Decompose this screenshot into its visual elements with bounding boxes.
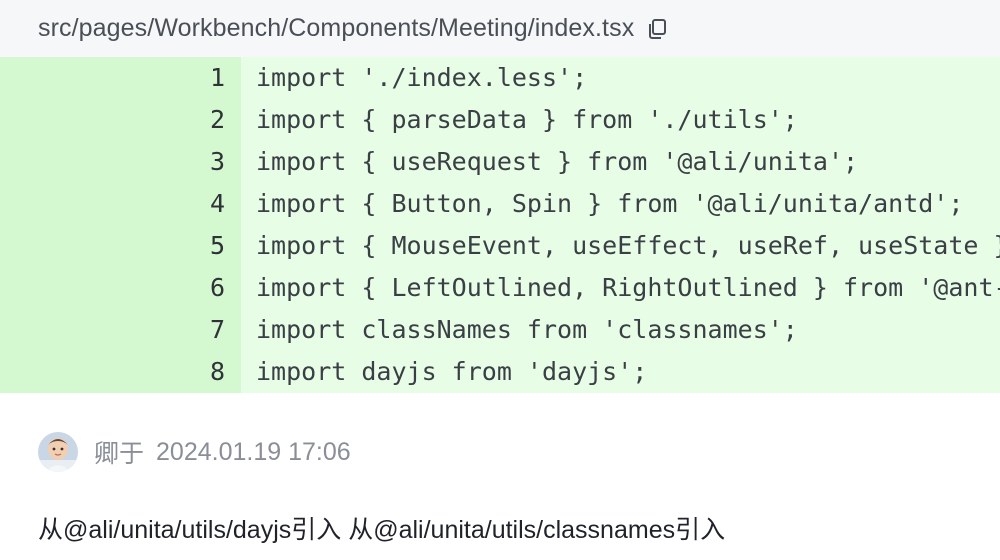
code-diff: 1 import './index.less'; 2 import { pars… (0, 57, 1000, 393)
avatar[interactable] (38, 432, 78, 472)
code-line: 2 import { parseData } from './utils'; (0, 99, 1000, 141)
copy-icon[interactable] (646, 18, 668, 40)
comment-timestamp: 2024.01.19 17:06 (156, 437, 351, 466)
line-number: 7 (0, 309, 241, 351)
line-number: 1 (0, 57, 241, 99)
code-text: import { Button, Spin } from '@ali/unita… (256, 189, 964, 218)
line-number: 2 (0, 99, 241, 141)
code-text: import { LeftOutlined, RightOutlined } f… (256, 273, 1000, 302)
code-text: import dayjs from 'dayjs'; (256, 357, 648, 386)
code-text: import classNames from 'classnames'; (256, 315, 798, 344)
code-line: 4 import { Button, Spin } from '@ali/uni… (0, 183, 1000, 225)
code-text: import './index.less'; (256, 63, 588, 92)
line-number: 6 (0, 267, 241, 309)
code-line: 6 import { LeftOutlined, RightOutlined }… (0, 267, 1000, 309)
code-text: import { MouseEvent, useEffect, useRef, … (256, 231, 1000, 260)
line-number: 3 (0, 141, 241, 183)
code-line: 3 import { useRequest } from '@ali/unita… (0, 141, 1000, 183)
file-header: src/pages/Workbench/Components/Meeting/i… (0, 0, 1000, 57)
comment-author: 卿于 (94, 440, 145, 468)
code-line: 8 import dayjs from 'dayjs'; (0, 351, 1000, 393)
line-number: 5 (0, 225, 241, 267)
code-line: 7 import classNames from 'classnames'; (0, 309, 1000, 351)
code-text: import { useRequest } from '@ali/unita'; (256, 147, 859, 176)
code-text: import { parseData } from './utils'; (256, 105, 798, 134)
comment-meta: 卿于 2024.01.19 17:06 (38, 432, 962, 472)
code-line: 1 import './index.less'; (0, 57, 1000, 99)
line-number: 4 (0, 183, 241, 225)
comment: 卿于 2024.01.19 17:06 从@ali/unita/utils/da… (0, 432, 1000, 546)
code-line: 5 import { MouseEvent, useEffect, useRef… (0, 225, 1000, 267)
comment-body: 从@ali/unita/utils/dayjs引入 从@ali/unita/ut… (38, 516, 726, 544)
line-number: 8 (0, 351, 241, 393)
file-path: src/pages/Workbench/Components/Meeting/i… (38, 14, 635, 42)
